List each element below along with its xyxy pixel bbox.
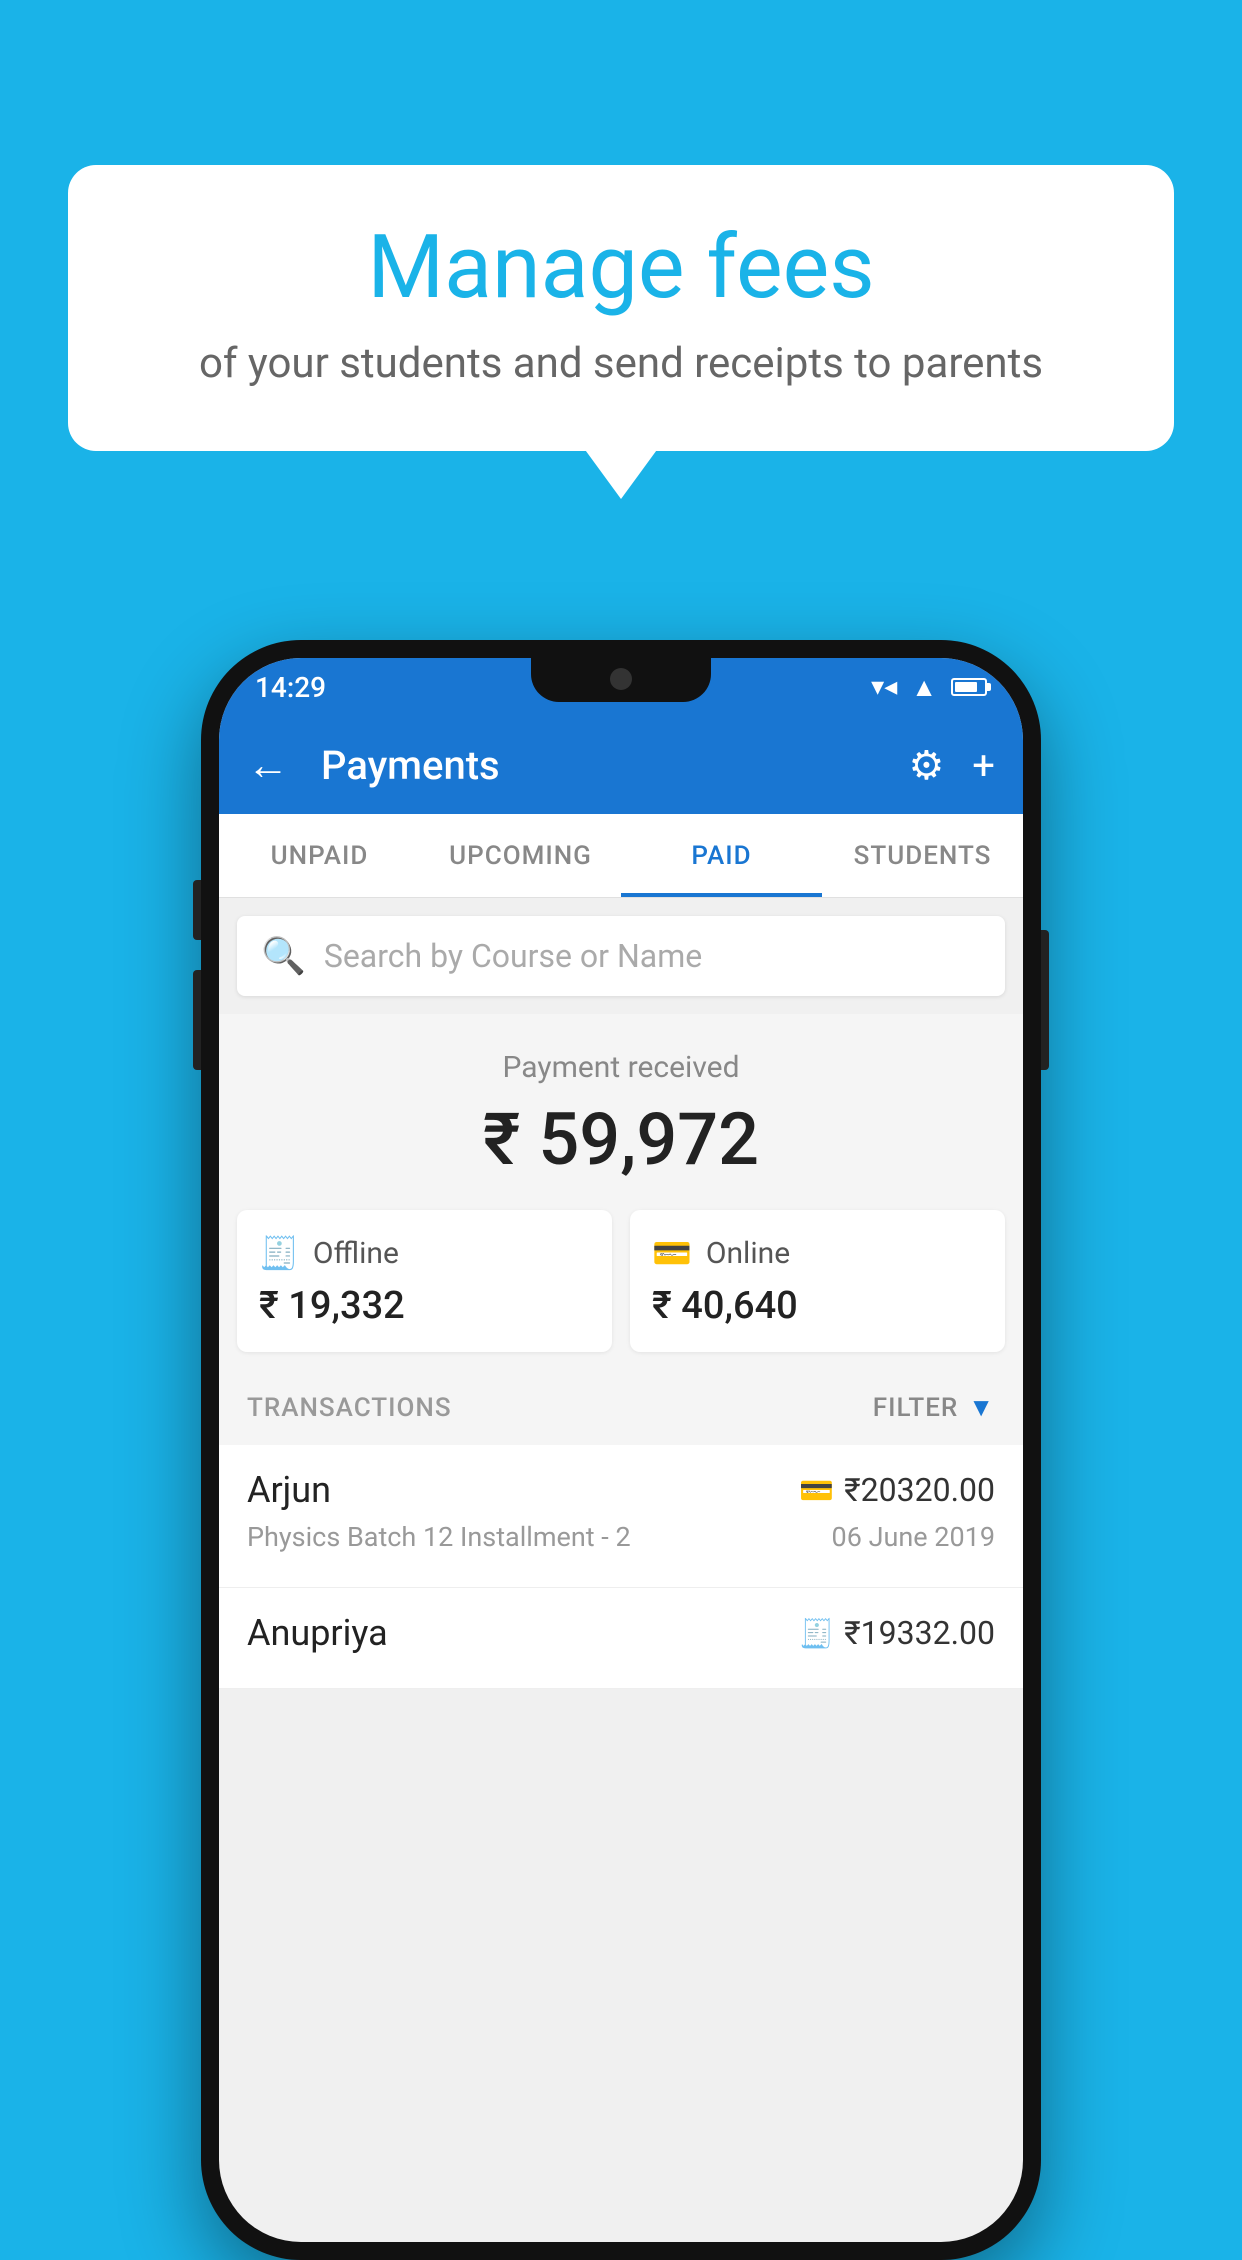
- transactions-header: TRANSACTIONS FILTER ▼: [219, 1370, 1023, 1445]
- tab-students[interactable]: STUDENTS: [822, 814, 1023, 897]
- volume-down-button: [193, 970, 201, 1070]
- online-card: 💳 Online ₹ 40,640: [630, 1210, 1005, 1352]
- status-time: 14:29: [255, 671, 326, 704]
- speech-bubble: Manage fees of your students and send re…: [68, 165, 1174, 451]
- settings-button[interactable]: ⚙: [908, 742, 944, 789]
- app-bar-title: Payments: [321, 742, 884, 789]
- payment-received-label: Payment received: [219, 1050, 1023, 1085]
- online-label: Online: [706, 1236, 790, 1271]
- transaction-amount: 🧾 ₹19332.00: [799, 1614, 995, 1652]
- filter-button[interactable]: FILTER ▼: [873, 1392, 995, 1423]
- phone-mockup: 14:29 ▾◂ ▲ ← Payments ⚙ +: [201, 640, 1041, 2260]
- battery-fill: [955, 682, 977, 692]
- bubble-subtitle: of your students and send receipts to pa…: [128, 337, 1114, 392]
- battery-icon: [951, 678, 987, 696]
- transaction-item[interactable]: Anupriya 🧾 ₹19332.00: [219, 1588, 1023, 1689]
- transaction-amount: 💳 ₹20320.00: [799, 1471, 995, 1509]
- offline-card: 🧾 Offline ₹ 19,332: [237, 1210, 612, 1352]
- app-bar-actions: ⚙ +: [908, 742, 995, 789]
- transaction-name: Anupriya: [247, 1612, 388, 1654]
- bubble-title: Manage fees: [128, 220, 1114, 317]
- phone-notch: [531, 658, 711, 702]
- filter-label: FILTER: [873, 1393, 958, 1423]
- status-icons: ▾◂ ▲: [871, 672, 987, 703]
- tab-paid[interactable]: PAID: [621, 814, 822, 897]
- payment-summary: Payment received ₹ 59,972: [219, 1014, 1023, 1210]
- tab-unpaid[interactable]: UNPAID: [219, 814, 420, 897]
- phone-frame: 14:29 ▾◂ ▲ ← Payments ⚙ +: [201, 640, 1041, 2260]
- offline-amount: ₹ 19,332: [259, 1284, 590, 1328]
- back-button[interactable]: ←: [247, 741, 289, 790]
- transaction-type-icon: 🧾: [799, 1617, 834, 1650]
- transaction-row-top: Anupriya 🧾 ₹19332.00: [247, 1612, 995, 1654]
- offline-label: Offline: [313, 1236, 399, 1271]
- transaction-row-bottom: Physics Batch 12 Installment - 2 06 June…: [247, 1521, 995, 1553]
- app-bar: ← Payments ⚙ +: [219, 716, 1023, 814]
- transaction-item[interactable]: Arjun 💳 ₹20320.00 Physics Batch 12 Insta…: [219, 1445, 1023, 1588]
- signal-icon: ▲: [911, 672, 937, 703]
- volume-up-button: [193, 880, 201, 940]
- transaction-type-icon: 💳: [799, 1474, 834, 1507]
- add-button[interactable]: +: [972, 742, 995, 789]
- transactions-label: TRANSACTIONS: [247, 1393, 452, 1423]
- payment-cards: 🧾 Offline ₹ 19,332 💳 Online ₹ 40,640: [219, 1210, 1023, 1370]
- online-icon: 💳: [652, 1234, 692, 1272]
- online-card-type: 💳 Online: [652, 1234, 983, 1272]
- transaction-name: Arjun: [247, 1469, 331, 1511]
- filter-icon: ▼: [968, 1392, 995, 1423]
- transaction-detail: Physics Batch 12 Installment - 2: [247, 1521, 631, 1553]
- payment-amount: ₹ 59,972: [219, 1097, 1023, 1182]
- search-placeholder: Search by Course or Name: [324, 937, 702, 975]
- tab-upcoming[interactable]: UPCOMING: [420, 814, 621, 897]
- wifi-icon: ▾◂: [871, 672, 897, 702]
- search-icon: 🔍: [261, 935, 306, 977]
- search-bar[interactable]: 🔍 Search by Course or Name: [237, 916, 1005, 996]
- offline-card-type: 🧾 Offline: [259, 1234, 590, 1272]
- online-amount: ₹ 40,640: [652, 1284, 983, 1328]
- offline-icon: 🧾: [259, 1234, 299, 1272]
- phone-screen: 14:29 ▾◂ ▲ ← Payments ⚙ +: [219, 658, 1023, 2242]
- transaction-row-top: Arjun 💳 ₹20320.00: [247, 1469, 995, 1511]
- power-button: [1041, 930, 1049, 1070]
- transaction-date: 06 June 2019: [832, 1521, 995, 1553]
- tab-bar: UNPAID UPCOMING PAID STUDENTS: [219, 814, 1023, 898]
